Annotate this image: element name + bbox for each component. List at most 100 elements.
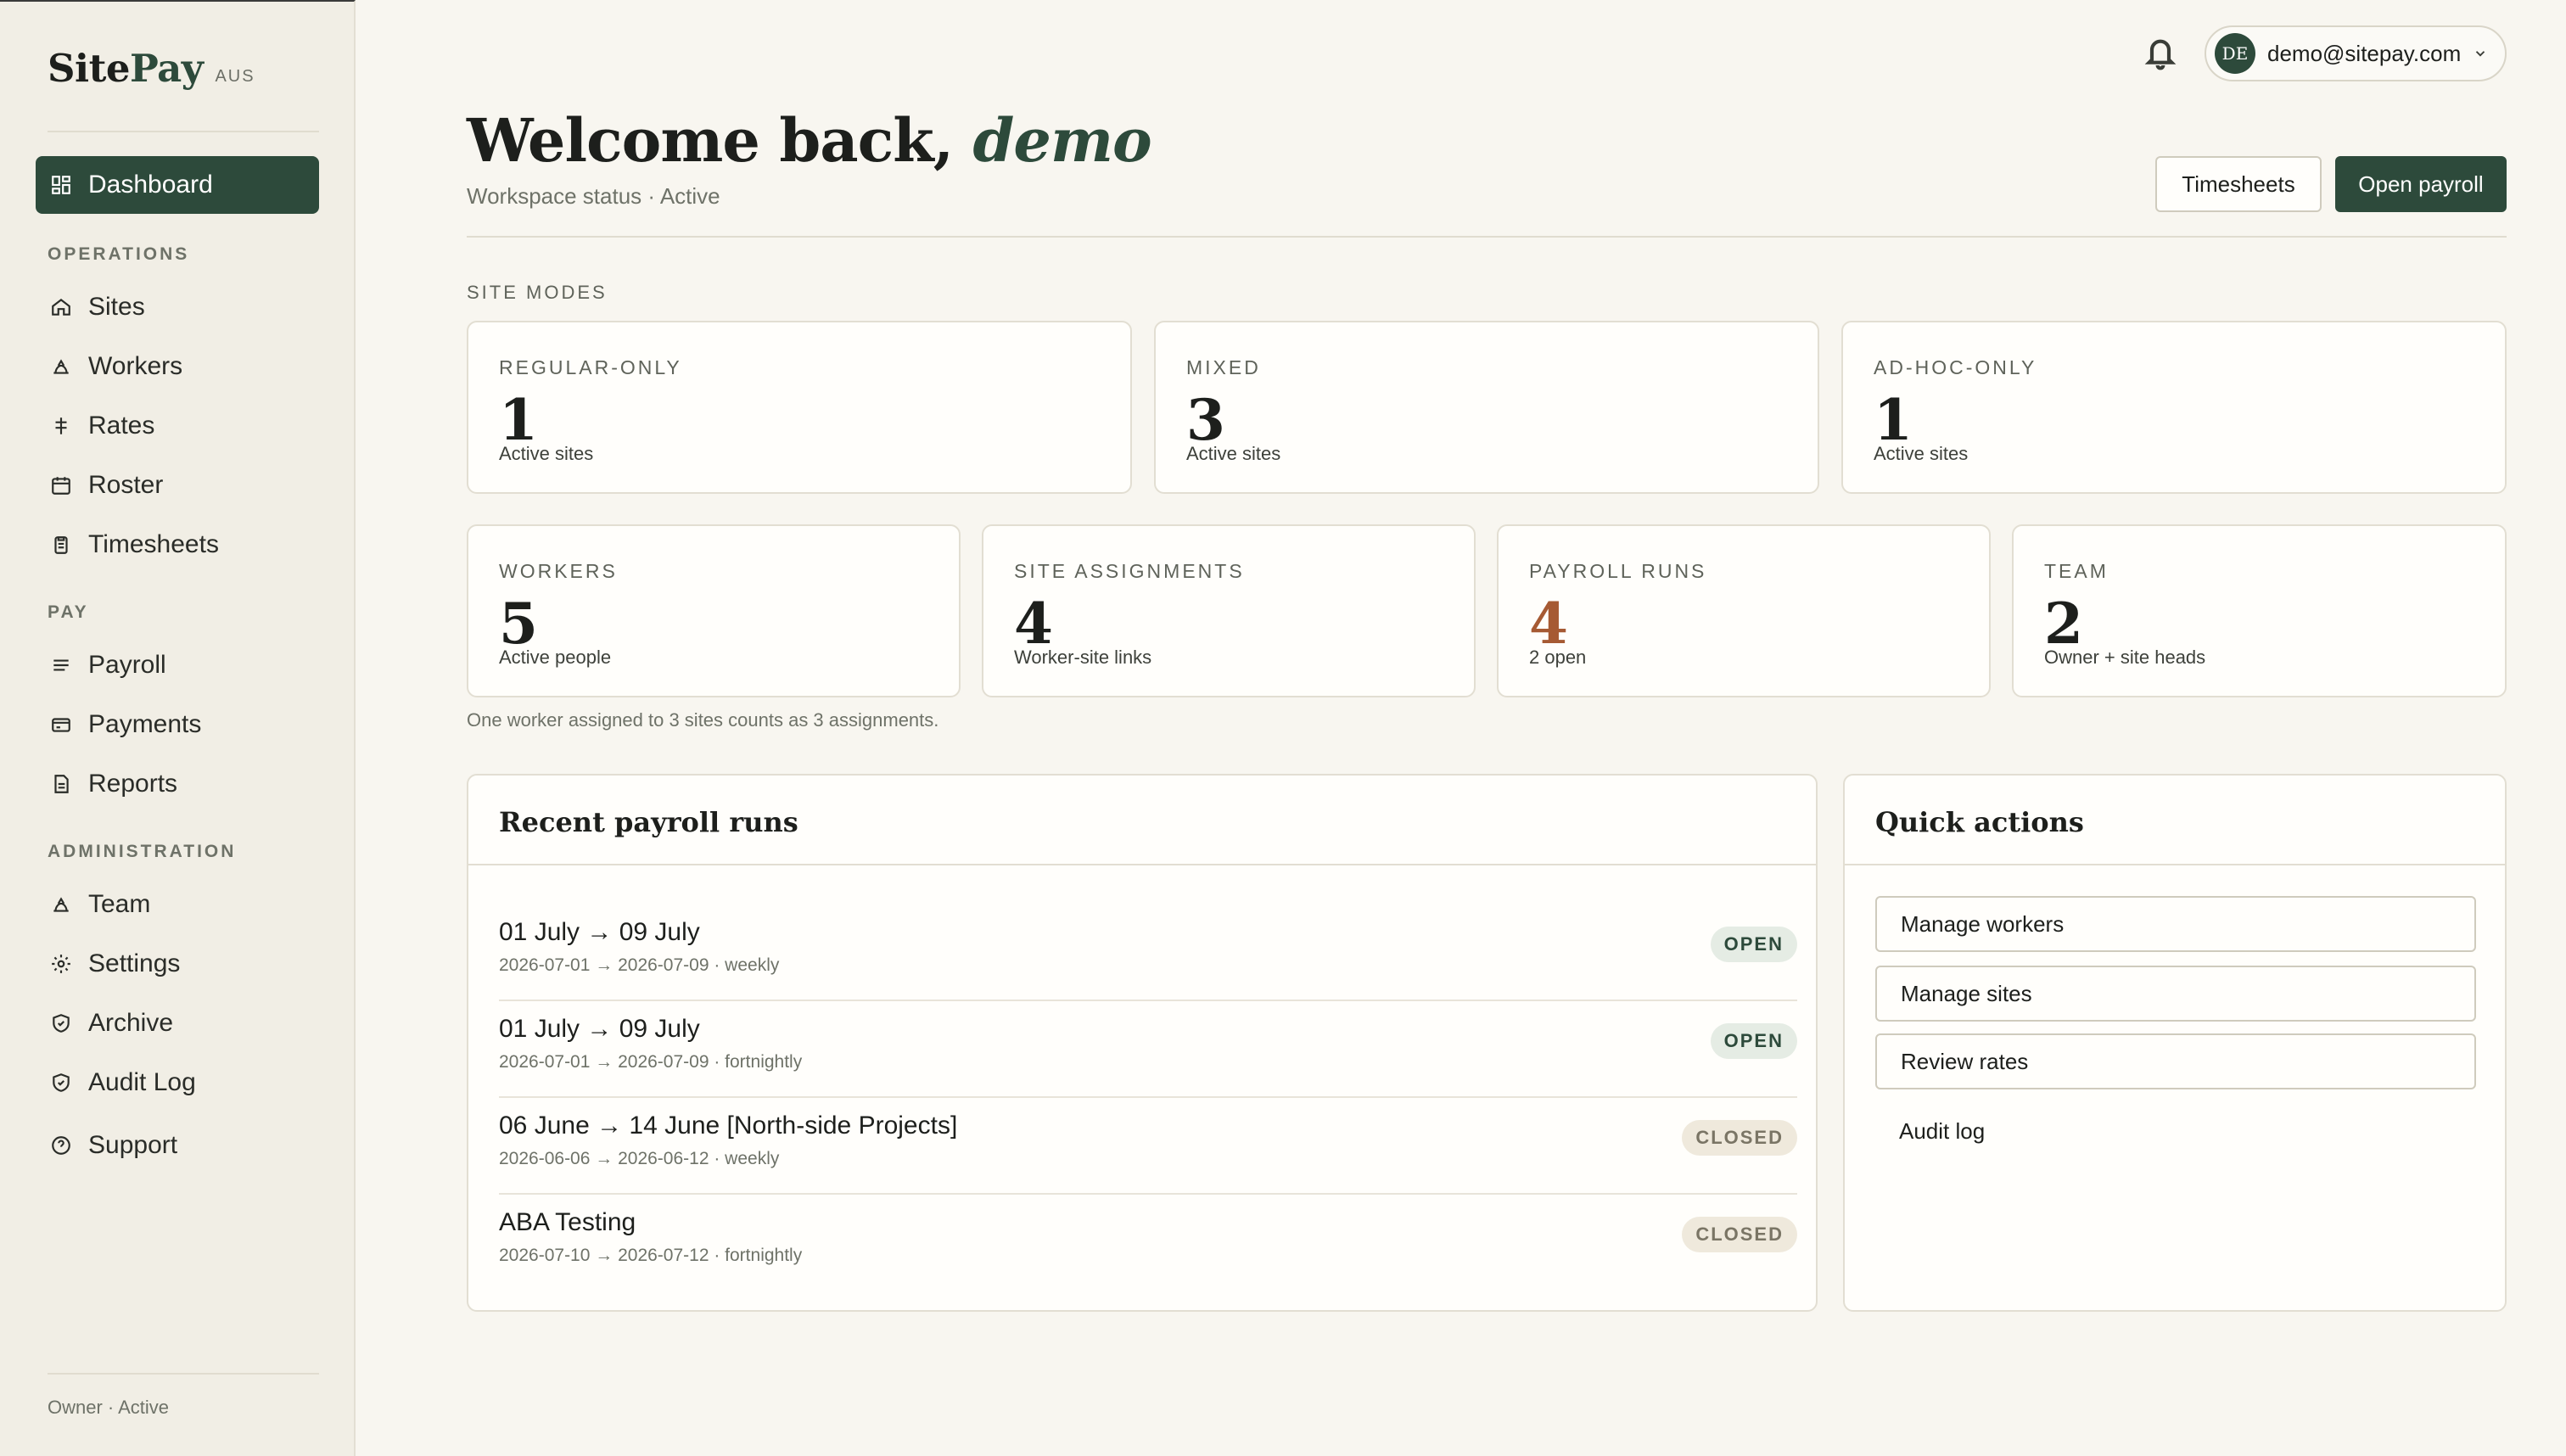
- chevron-down-icon: [2473, 46, 2488, 61]
- user-menu[interactable]: DE demo@sitepay.com: [2205, 25, 2507, 81]
- sidebar-item-archive[interactable]: Archive: [36, 994, 319, 1052]
- sidebar-item-reports[interactable]: Reports: [36, 755, 319, 813]
- recent-payroll-runs-panel: Recent payroll runs 01 July → 09 July 20…: [467, 774, 1818, 1312]
- open-payroll-button[interactable]: Open payroll: [2335, 156, 2507, 212]
- avatar: DE: [2215, 33, 2255, 74]
- stat-label: SITE ASSIGNMENTS: [1014, 560, 1245, 582]
- run-title: 01 July → 09 July: [499, 1015, 700, 1043]
- sidebar-footer-status: Owner · Active: [48, 1397, 170, 1418]
- row-divider: [499, 1193, 1797, 1195]
- sidebar-footer-divider: [48, 1373, 319, 1375]
- list-item[interactable]: 01 July → 09 July 2026-07-01 → 2026-07-0…: [499, 1015, 1797, 1112]
- site-modes-label: SITE MODES: [467, 282, 608, 303]
- run-subtitle: 2026-07-10 → 2026-07-12 · fortnightly: [499, 1246, 803, 1265]
- stat-label: PAYROLL RUNS: [1529, 560, 1707, 582]
- manage-workers-button[interactable]: Manage workers: [1875, 896, 2476, 952]
- sidebar-item-label: Rates: [88, 412, 155, 440]
- document-icon: [49, 772, 73, 796]
- sidebar-item-settings[interactable]: Settings: [36, 935, 319, 993]
- sidebar-item-workers[interactable]: Workers: [36, 338, 319, 395]
- gear-icon: [49, 952, 73, 976]
- welcome-username: demo: [972, 105, 1151, 176]
- team-icon: [49, 893, 73, 916]
- run-title: 06 June → 14 June [North-side Projects]: [499, 1112, 958, 1140]
- sidebar-item-label: Payroll: [88, 651, 166, 679]
- dashboard-icon: [49, 173, 73, 197]
- row-divider: [499, 1000, 1797, 1001]
- page-title: Welcome back, demo: [467, 105, 1152, 176]
- header-divider: [467, 236, 2507, 238]
- list-item[interactable]: 06 June → 14 June [North-side Projects] …: [499, 1112, 1797, 1208]
- stat-sub: Active sites: [1186, 443, 1281, 464]
- review-rates-button[interactable]: Review rates: [1875, 1033, 2476, 1089]
- panel-divider: [468, 864, 1816, 865]
- sidebar-item-sites[interactable]: Sites: [36, 278, 319, 336]
- stat-label: TEAM: [2044, 560, 2109, 582]
- audit-log-link[interactable]: Audit log: [1899, 1118, 1985, 1145]
- sidebar-item-rates[interactable]: Rates: [36, 397, 319, 455]
- calendar-icon: [49, 473, 73, 497]
- sidebar-item-label: Workers: [88, 352, 183, 380]
- nav-section-operations: OPERATIONS: [48, 244, 190, 264]
- assignments-footnote: One worker assigned to 3 sites counts as…: [467, 709, 939, 731]
- site-mode-card-regular-only: REGULAR-ONLY 1 Active sites: [467, 321, 1132, 494]
- stat-sub: Active people: [499, 647, 612, 668]
- nav-section-pay: PAY: [48, 602, 89, 622]
- status-badge: CLOSED: [1682, 1217, 1797, 1252]
- welcome-prefix: Welcome back,: [467, 105, 973, 176]
- site-mode-card-ad-hoc-only: AD-HOC-ONLY 1 Active sites: [1841, 321, 2507, 494]
- sidebar-item-label: Payments: [88, 710, 202, 738]
- sidebar-item-label: Team: [88, 890, 151, 918]
- sidebar-item-label: Archive: [88, 1009, 174, 1037]
- stat-card-site-assignments: SITE ASSIGNMENTS 4 Worker-site links: [982, 524, 1476, 697]
- timesheets-button[interactable]: Timesheets: [2155, 156, 2322, 212]
- sidebar-item-timesheets[interactable]: Timesheets: [36, 516, 319, 574]
- sidebar-item-label: Dashboard: [88, 171, 213, 199]
- stat-label: MIXED: [1186, 356, 1261, 378]
- nav-section-administration: ADMINISTRATION: [48, 842, 237, 861]
- run-title: 01 July → 09 July: [499, 918, 700, 946]
- sidebar-item-dashboard[interactable]: Dashboard: [36, 156, 319, 214]
- site-mode-card-mixed: MIXED 3 Active sites: [1154, 321, 1819, 494]
- stat-label: WORKERS: [499, 560, 618, 582]
- run-subtitle: 2026-07-01 → 2026-07-09 · weekly: [499, 955, 780, 975]
- stat-card-team: TEAM 2 Owner + site heads: [2012, 524, 2507, 697]
- sidebar-divider: [48, 131, 319, 132]
- list-icon: [49, 653, 73, 677]
- rates-icon: [49, 414, 73, 438]
- run-subtitle: 2026-06-06 → 2026-06-12 · weekly: [499, 1149, 780, 1168]
- brand-region: AUS: [215, 67, 255, 86]
- list-item[interactable]: ABA Testing 2026-07-10 → 2026-07-12 · fo…: [499, 1208, 1797, 1305]
- stat-sub: Owner + site heads: [2044, 647, 2206, 668]
- sidebar-item-label: Reports: [88, 770, 178, 798]
- sidebar-item-label: Timesheets: [88, 530, 219, 558]
- stat-sub: Active sites: [499, 443, 594, 464]
- sidebar-item-support[interactable]: Support: [36, 1117, 319, 1174]
- manage-sites-button[interactable]: Manage sites: [1875, 966, 2476, 1022]
- stat-card-payroll-runs: PAYROLL RUNS 4 2 open: [1497, 524, 1991, 697]
- notifications-bell-icon[interactable]: [2143, 34, 2177, 71]
- brand-logo[interactable]: SitePay AUS: [48, 46, 255, 91]
- sidebar-item-payroll[interactable]: Payroll: [36, 636, 319, 694]
- stat-sub: Active sites: [1874, 443, 1969, 464]
- panel-title: Quick actions: [1875, 806, 2084, 838]
- sidebar-item-audit-log[interactable]: Audit Log: [36, 1054, 319, 1112]
- sidebar-item-label: Roster: [88, 471, 164, 499]
- stat-card-workers: WORKERS 5 Active people: [467, 524, 961, 697]
- stat-sub: Worker-site links: [1014, 647, 1152, 668]
- sidebar-item-label: Audit Log: [88, 1068, 196, 1096]
- panel-divider: [1845, 864, 2505, 865]
- brand-name-pay: Pay: [130, 46, 204, 91]
- card-icon: [49, 713, 73, 736]
- brand-name-site: Site: [48, 46, 131, 91]
- sidebar-item-roster[interactable]: Roster: [36, 456, 319, 514]
- sidebar-item-label: Sites: [88, 293, 145, 321]
- quick-actions-panel: Quick actions Manage workers Manage site…: [1843, 774, 2507, 1312]
- list-item[interactable]: 01 July → 09 July 2026-07-01 → 2026-07-0…: [499, 918, 1797, 1015]
- stat-sub: 2 open: [1529, 647, 1587, 668]
- row-divider: [499, 1096, 1797, 1098]
- sidebar-item-team[interactable]: Team: [36, 876, 319, 933]
- run-title: ABA Testing: [499, 1208, 636, 1236]
- sidebar-item-payments[interactable]: Payments: [36, 696, 319, 753]
- clipboard-icon: [49, 533, 73, 557]
